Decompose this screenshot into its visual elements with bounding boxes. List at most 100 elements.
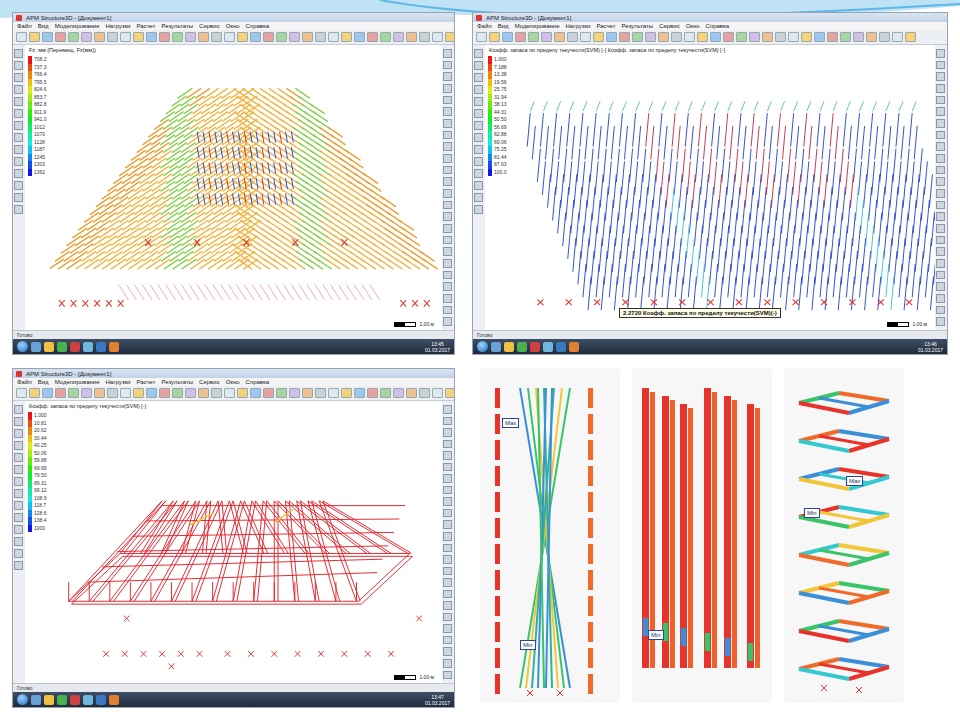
tool-button[interactable] [936,154,945,163]
tool-button[interactable] [94,32,105,42]
tool-button[interactable] [474,193,483,202]
tool-button[interactable] [14,133,23,142]
tool-button[interactable] [14,145,23,154]
tool-button[interactable] [250,32,261,42]
tool-button[interactable] [936,259,945,268]
tool-button[interactable] [81,388,92,398]
taskbar-app-icon[interactable] [504,342,514,352]
tool-button[interactable] [159,32,170,42]
tool-button[interactable] [328,388,339,398]
tool-button[interactable] [474,61,483,70]
tool-button[interactable] [276,32,287,42]
taskbar-app-icon[interactable] [543,342,553,352]
tool-button[interactable] [762,32,773,42]
tool-button[interactable] [445,388,455,398]
tool-button[interactable] [14,169,23,178]
tool-button[interactable] [443,154,452,163]
tool-button[interactable] [443,624,452,633]
tool-button[interactable] [443,107,452,116]
tool-button[interactable] [443,567,452,576]
tool-button[interactable] [936,212,945,221]
tool-button[interactable] [936,236,945,245]
tool-button[interactable] [14,549,23,558]
taskbar-app-icon[interactable] [44,695,54,705]
tool-button[interactable] [315,32,326,42]
tool-button[interactable] [68,388,79,398]
tool-button[interactable] [432,388,443,398]
taskbar-app-icon[interactable] [96,342,106,352]
tool-button[interactable] [14,561,23,570]
taskbar-app-icon[interactable] [491,342,501,352]
tool-button[interactable] [936,131,945,140]
tool-button[interactable] [120,388,131,398]
tool-button[interactable] [250,388,261,398]
taskbar-app-icon[interactable] [96,695,106,705]
tool-button[interactable] [367,32,378,42]
tool-button[interactable] [14,453,23,462]
tool-button[interactable] [775,32,786,42]
tool-button[interactable] [443,590,452,599]
menu-item[interactable]: Вид [38,23,49,29]
tool-button[interactable] [474,181,483,190]
tool-button[interactable] [14,405,23,414]
tool-button[interactable] [788,32,799,42]
tool-button[interactable] [936,282,945,291]
tool-button[interactable] [14,157,23,166]
tool-button[interactable] [237,388,248,398]
menu-item[interactable]: Справка [246,23,270,29]
tool-button[interactable] [14,525,23,534]
taskbar-app-icon[interactable] [70,342,80,352]
tool-button[interactable] [936,166,945,175]
menu-item[interactable]: Моделирование [55,23,100,29]
tool-button[interactable] [42,32,53,42]
tool-button[interactable] [443,142,452,151]
tool-button[interactable] [443,49,452,58]
tool-button[interactable] [133,32,144,42]
taskbar-app-icon[interactable] [83,695,93,705]
menu-item[interactable]: Нагрузки [566,23,591,29]
tool-button[interactable] [432,32,443,42]
tool-button[interactable] [892,32,903,42]
tool-button[interactable] [474,109,483,118]
tool-button[interactable] [474,97,483,106]
viewport[interactable]: Коэфф. запаса по пределу текучести(SVM) … [485,45,935,330]
tool-button[interactable] [474,73,483,82]
tool-button[interactable] [14,193,23,202]
tool-button[interactable] [14,109,23,118]
tool-button[interactable] [380,388,391,398]
taskbar-app-icon[interactable] [31,342,41,352]
tool-button[interactable] [185,32,196,42]
menu-item[interactable]: Окно [686,23,700,29]
tool-button[interactable] [474,49,483,58]
taskbar-app-icon[interactable] [556,342,566,352]
tool-button[interactable] [14,417,23,426]
tool-button[interactable] [14,85,23,94]
tool-button[interactable] [749,32,760,42]
tool-button[interactable] [474,133,483,142]
tool-button[interactable] [354,32,365,42]
tool-button[interactable] [474,157,483,166]
tool-button[interactable] [211,32,222,42]
tool-button[interactable] [55,32,66,42]
viewport[interactable]: Fz, мм (Перемещ. Fz(мм))708.2737.3766.47… [25,45,442,330]
tool-button[interactable] [474,85,483,94]
tool-button[interactable] [133,388,144,398]
tool-button[interactable] [354,388,365,398]
tool-button[interactable] [443,474,452,483]
tool-button[interactable] [276,388,287,398]
tool-button[interactable] [936,271,945,280]
taskbar-app-icon[interactable] [109,342,119,352]
tool-button[interactable] [936,96,945,105]
tool-button[interactable] [443,532,452,541]
menu-item[interactable]: Справка [246,379,270,385]
menu-item[interactable]: Сервис [199,23,220,29]
tool-button[interactable] [443,119,452,128]
tool-button[interactable] [936,177,945,186]
taskbar-app-icon[interactable] [31,695,41,705]
tool-button[interactable] [315,388,326,398]
tool-button[interactable] [443,84,452,93]
tool-button[interactable] [936,119,945,128]
tool-button[interactable] [289,388,300,398]
tool-button[interactable] [14,73,23,82]
tool-button[interactable] [606,32,617,42]
